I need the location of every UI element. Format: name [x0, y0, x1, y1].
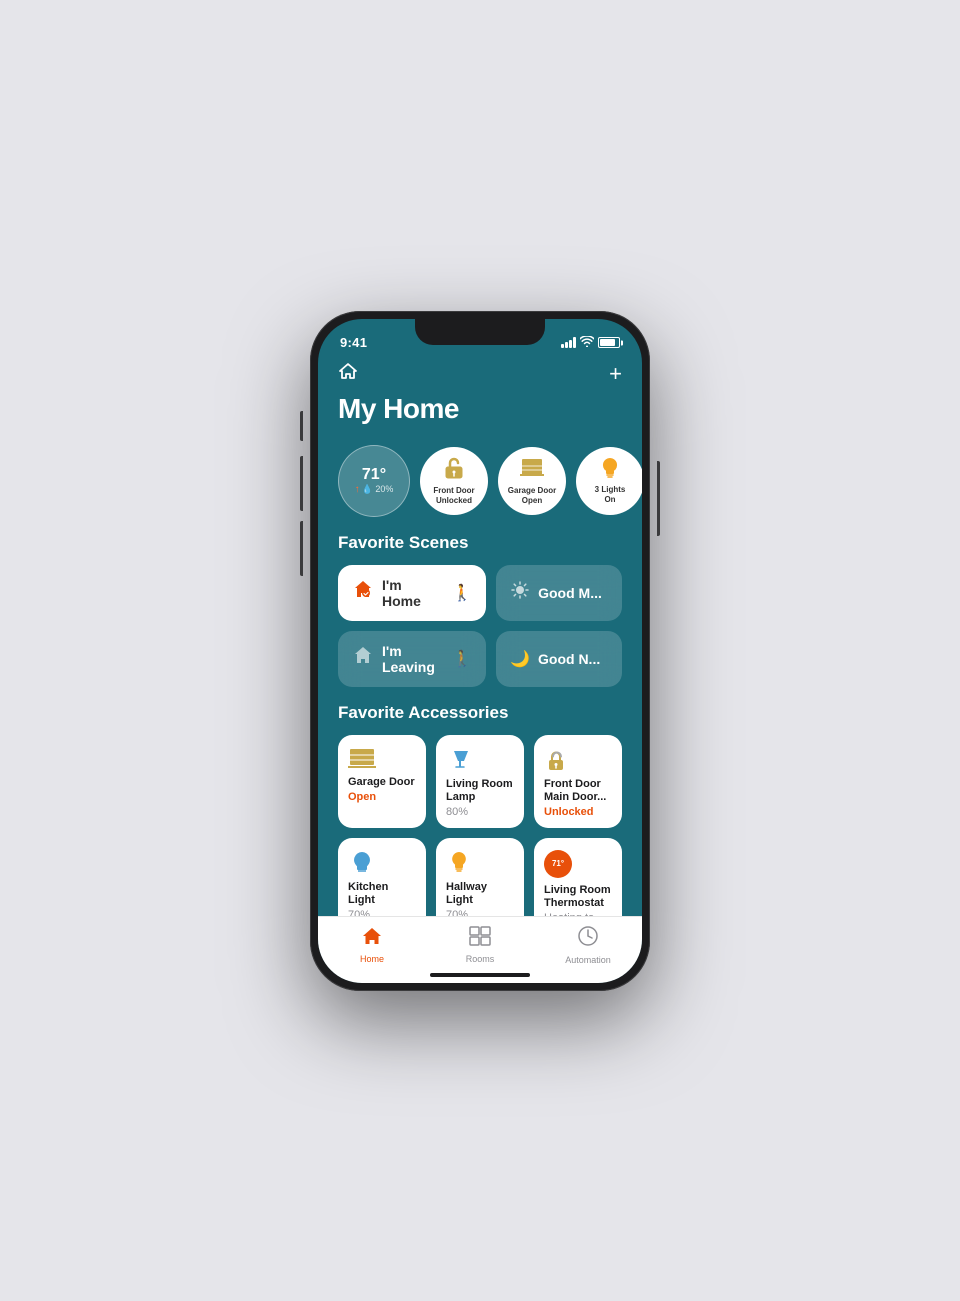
weather-arrow-icon: ↑	[355, 484, 360, 495]
wifi-icon	[580, 336, 594, 350]
tab-automation-icon	[577, 925, 599, 953]
status-chip-front-door[interactable]: Front DoorUnlocked	[420, 447, 488, 515]
front-door-name: Front Door Main Door...	[544, 778, 612, 804]
scene-good-night-label: Good N...	[538, 651, 600, 667]
hallway-light-name: Hallway Light	[446, 881, 514, 907]
weather-temp: 71°	[362, 466, 386, 484]
garage-door-status: Open	[348, 791, 416, 803]
mute-button	[300, 411, 303, 441]
tab-home-label: Home	[360, 954, 384, 964]
header-top: +	[338, 361, 622, 387]
weather-card[interactable]: 71° ↑ 💧 20%	[338, 445, 410, 517]
garage-icon	[519, 455, 545, 486]
tab-home-icon	[361, 926, 383, 952]
accessory-hallway-light[interactable]: Hallway Light 70%	[436, 838, 524, 916]
tab-bar: Home Rooms	[318, 916, 642, 969]
lamp-status: 80%	[446, 806, 514, 818]
tab-rooms[interactable]: Rooms	[426, 926, 534, 964]
chip-label-garage: Garage DoorOpen	[508, 486, 556, 505]
scene-good-night[interactable]: 🌙 Good N...	[496, 631, 622, 687]
accessory-living-room-lamp[interactable]: Living Room Lamp 80%	[436, 735, 524, 828]
signal-icon	[561, 337, 576, 348]
volume-down-button	[300, 521, 303, 576]
im-home-icon	[352, 579, 374, 606]
accessory-thermostat[interactable]: 71° Living Room Thermostat Heating to 71…	[534, 838, 622, 916]
battery-icon	[598, 337, 620, 348]
status-row: 71° ↑ 💧 20%	[318, 437, 642, 533]
status-chip-lights[interactable]: 3 LightsOn	[576, 447, 642, 515]
lamp-name: Living Room Lamp	[446, 778, 514, 804]
favorite-accessories-title: Favorite Accessories	[338, 703, 622, 723]
chip-label-front-door: Front DoorUnlocked	[433, 486, 474, 505]
favorite-scenes-title: Favorite Scenes	[338, 533, 622, 553]
tab-rooms-icon	[469, 926, 491, 952]
person-icon: 🚶	[452, 583, 472, 603]
status-time: 9:41	[340, 335, 367, 350]
favorite-scenes-section: Favorite Scenes I'm Home 🚶	[318, 533, 642, 703]
volume-up-button	[300, 456, 303, 511]
accessory-kitchen-light[interactable]: Kitchen Light 70%	[338, 838, 426, 916]
tab-automation-label: Automation	[565, 955, 611, 965]
status-chip-garage[interactable]: Garage DoorOpen	[498, 447, 566, 515]
home-nav-icon[interactable]	[338, 362, 358, 385]
screen-content[interactable]: + My Home 71° ↑ 💧 20%	[318, 357, 642, 916]
add-button[interactable]: +	[609, 361, 622, 387]
status-icons	[561, 336, 620, 350]
thermostat-temp: 71°	[552, 859, 564, 868]
phone-frame: 9:41	[310, 311, 650, 991]
lock-open-icon	[441, 455, 467, 486]
lock-open-acc-icon	[544, 747, 612, 778]
scenes-grid: I'm Home 🚶 Good M...	[338, 565, 622, 687]
tab-home[interactable]: Home	[318, 926, 426, 964]
scene-im-leaving[interactable]: I'm Leaving 🚶	[338, 631, 486, 687]
accessory-front-door-lock[interactable]: Front Door Main Door... Unlocked	[534, 735, 622, 828]
kitchen-light-name: Kitchen Light	[348, 881, 416, 907]
im-leaving-icon	[352, 645, 374, 672]
front-door-status: Unlocked	[544, 806, 612, 818]
lightbulb-on-icon	[598, 456, 622, 485]
home-bar	[430, 973, 530, 977]
accessory-garage-door[interactable]: Garage Door Open	[338, 735, 426, 828]
scene-im-home-label: I'm Home	[382, 577, 444, 609]
good-morning-icon	[510, 580, 530, 605]
thermostat-badge: 71°	[544, 850, 572, 878]
notch	[415, 319, 545, 345]
thermostat-name: Living Room Thermostat	[544, 884, 612, 910]
weather-details: ↑ 💧 20%	[355, 484, 394, 495]
power-button	[657, 461, 660, 536]
scene-im-leaving-label: I'm Leaving	[382, 643, 444, 675]
scene-good-morning[interactable]: Good M...	[496, 565, 622, 621]
garage-door-name: Garage Door	[348, 776, 416, 789]
kitchen-light-icon	[348, 850, 416, 881]
weather-humidity: 💧 20%	[362, 484, 394, 495]
home-indicator	[318, 969, 642, 983]
lamp-icon	[446, 747, 514, 778]
leaving-person-icon: 🚶	[452, 649, 472, 669]
good-night-icon: 🌙	[510, 649, 530, 669]
tab-rooms-label: Rooms	[466, 954, 495, 964]
favorite-accessories-section: Favorite Accessories G	[318, 703, 642, 916]
hallway-light-icon	[446, 850, 514, 881]
scene-im-home[interactable]: I'm Home 🚶	[338, 565, 486, 621]
accessories-grid: Garage Door Open Living Room Lamp	[338, 735, 622, 916]
phone-screen: 9:41	[318, 319, 642, 983]
scene-good-morning-label: Good M...	[538, 585, 602, 601]
chip-label-lights: 3 LightsOn	[595, 485, 626, 504]
app-header: + My Home	[318, 357, 642, 437]
app-title: My Home	[338, 393, 622, 425]
garage-door-icon	[348, 747, 416, 776]
tab-automation[interactable]: Automation	[534, 925, 642, 965]
